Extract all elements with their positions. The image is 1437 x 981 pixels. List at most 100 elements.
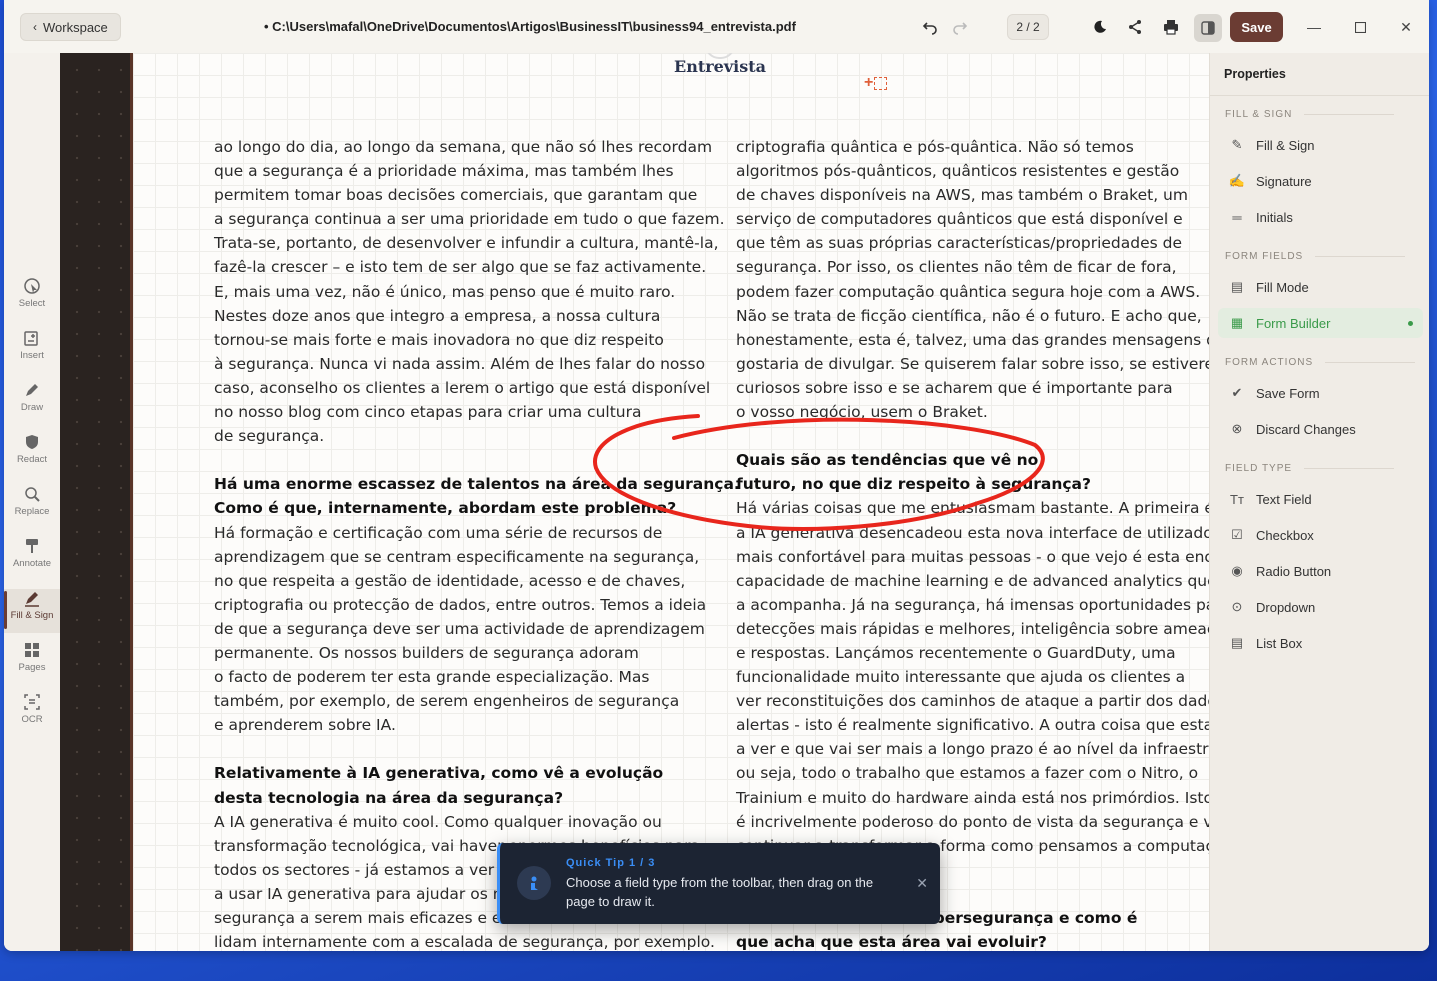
save-button[interactable]: Save [1230, 12, 1283, 42]
text-line: honestamente, esta é, talvez, uma das gr… [736, 330, 1209, 349]
item-label: Checkbox [1256, 527, 1314, 543]
item-label: Initials [1256, 209, 1293, 225]
rail-label: Fill & Sign [10, 610, 54, 621]
rail-item-annotate[interactable]: Annotate [4, 537, 60, 581]
workspace-button[interactable]: ‹ Workspace [20, 13, 121, 41]
text-line: funcionalidade muito interessante que aj… [736, 668, 1186, 687]
save-form-item[interactable]: ✔ Save Form [1218, 378, 1423, 408]
text-line: A IA generativa é muito cool. Como qualq… [214, 812, 662, 831]
fill-mode-item[interactable]: ▤ Fill Mode [1218, 272, 1423, 302]
text-line: o facto de poderem ter esta grande espec… [214, 668, 650, 687]
save-form-icon: ✔ [1231, 385, 1243, 400]
page-indicator[interactable]: 2 / 2 [1007, 14, 1049, 40]
fill-sign-icon: ✎ [1231, 137, 1243, 152]
item-label: Dropdown [1256, 599, 1316, 615]
page-gutter [60, 53, 133, 951]
text-line: segurança. Por isso, os clientes não têm… [736, 258, 1177, 277]
tip-avatar-icon [517, 866, 551, 900]
title-bar: ‹ Workspace • C:\Users\mafal\OneDrive\Do… [4, 0, 1429, 53]
text-line: criptografia quântica e pós-quântica. Nã… [736, 138, 1134, 156]
rail-label: Annotate [12, 558, 52, 569]
radio-button-item[interactable]: ◉ Radio Button [1218, 556, 1423, 586]
print-icon[interactable] [1158, 14, 1184, 40]
section-heading: FORM ACTIONS [1225, 357, 1415, 368]
rail-label: Pages [18, 662, 46, 673]
close-icon[interactable]: ✕ [1393, 14, 1419, 40]
rail-item-pages[interactable]: Pages [4, 641, 60, 685]
minimize-icon[interactable]: — [1301, 14, 1327, 40]
item-label: Fill & Sign [1256, 137, 1315, 153]
rail-item-redact[interactable]: Redact [4, 433, 60, 477]
text-line: gostaria de divulgar. Se quiserem falar … [736, 354, 1209, 373]
item-label: Save Form [1256, 385, 1320, 401]
text-line: algoritmos pós-quânticos, quânticos resi… [736, 162, 1180, 181]
redact-icon [26, 435, 38, 449]
redo-icon[interactable] [947, 14, 973, 40]
rail-item-select[interactable]: Select [4, 277, 60, 321]
item-label: Discard Changes [1256, 421, 1356, 437]
rail-item-draw[interactable]: Draw [4, 381, 60, 425]
rail-label: Insert [20, 350, 44, 361]
rail-label: OCR [21, 714, 43, 725]
dark-mode-icon[interactable] [1087, 14, 1113, 40]
item-label: Form Builder [1256, 315, 1331, 331]
rail-item-insert[interactable]: Insert [4, 329, 60, 373]
rail-item-fill-sign[interactable]: Fill & Sign [4, 589, 60, 633]
file-path: • C:\Users\mafal\OneDrive\Documentos\Art… [264, 19, 796, 34]
text-line: que têm as suas próprias características… [736, 234, 1183, 253]
list-box-item[interactable]: ▤ List Box [1218, 628, 1423, 658]
text-line: permanente. Os nossos builders de segura… [214, 643, 639, 662]
panel-toggle-icon[interactable] [1194, 14, 1222, 42]
list-box-icon: ▤ [1230, 635, 1244, 650]
rail-item-ocr[interactable]: OCR [4, 693, 60, 737]
text-line: Trata-se, portanto, de desenvolver e inf… [214, 234, 719, 253]
signature-item[interactable]: ✍ Signature [1218, 166, 1423, 196]
checkbox-item[interactable]: ☑ Checkbox [1218, 520, 1423, 550]
text-line: podem fazer computação quântica segura h… [736, 282, 1201, 301]
initials-item[interactable]: ═ Initials [1218, 202, 1423, 232]
fill-sign-item[interactable]: ✎ Fill & Sign [1218, 130, 1423, 160]
text-line: Nestes doze anos que integro a empresa, … [214, 306, 661, 325]
text-field-item[interactable]: Tт Text Field [1218, 484, 1423, 514]
form-builder-item[interactable]: ▦ Form Builder [1218, 308, 1423, 338]
text-line: ou seja, todo o trabalho que estamos a f… [736, 764, 1199, 783]
quick-tip-toast: Quick Tip 1 / 3 Choose a field type from… [497, 843, 940, 924]
initials-icon: ═ [1232, 209, 1242, 225]
section-heading: FILL & SIGN [1225, 109, 1394, 120]
close-tip-icon[interactable]: ✕ [916, 875, 928, 892]
text-line: criptografia ou protecção de dados, entr… [214, 595, 707, 614]
properties-panel: Properties FILL & SIGN ✎ Fill & Sign ✍ S… [1209, 53, 1429, 951]
text-line: lidam internamente com a escalada de seg… [214, 933, 715, 951]
tool-rail: Select Insert Draw Redact Replace Annota… [4, 53, 60, 951]
maximize-icon[interactable] [1347, 14, 1373, 40]
text-line: serviço de computadores quânticos que es… [736, 210, 1183, 229]
text-line: de chaves disponíveis na AWS, mas também… [736, 186, 1188, 205]
text-line: e respostas. Lançámos recentemente o Gua… [736, 643, 1176, 662]
share-icon[interactable] [1122, 14, 1148, 40]
item-label: Text Field [1256, 491, 1312, 507]
workspace-label: Workspace [43, 19, 108, 35]
document-canvas[interactable]: Entrevista + ao longo do dia, ao longo d… [133, 53, 1209, 951]
text-line: a acompanha. Já na segurança, há imensas… [736, 595, 1209, 614]
text-line: permitem tomar boas decisões comerciais,… [214, 186, 698, 205]
form-builder-icon: ▦ [1230, 315, 1244, 330]
document-header: Entrevista [674, 57, 766, 76]
freehand-circle-annotation[interactable] [588, 408, 1048, 588]
undo-icon[interactable] [917, 14, 943, 40]
text-line: desta tecnologia na área da segurança? [214, 788, 564, 807]
discard-icon: ⊗ [1231, 421, 1243, 436]
rail-item-replace[interactable]: Replace [4, 485, 60, 529]
item-label: Fill Mode [1256, 279, 1309, 295]
chevron-left-icon: ‹ [33, 20, 37, 34]
dropdown-item[interactable]: ⊙ Dropdown [1218, 592, 1423, 622]
rail-label: Select [18, 298, 46, 309]
discard-changes-item[interactable]: ⊗ Discard Changes [1218, 414, 1423, 444]
rail-label: Redact [16, 454, 48, 465]
text-line: a ver e que vai ser mais a longo prazo é… [736, 740, 1209, 759]
text-line: detecções mais rápidas e melhores, intel… [736, 619, 1209, 638]
text-line: é incrivelmente poderoso do ponto de vis… [736, 812, 1209, 831]
active-indicator [1408, 321, 1413, 326]
item-label: Signature [1256, 173, 1312, 189]
rail-label: Draw [20, 402, 44, 413]
text-line: E, mais uma vez, não é único, mas penso … [214, 282, 676, 301]
